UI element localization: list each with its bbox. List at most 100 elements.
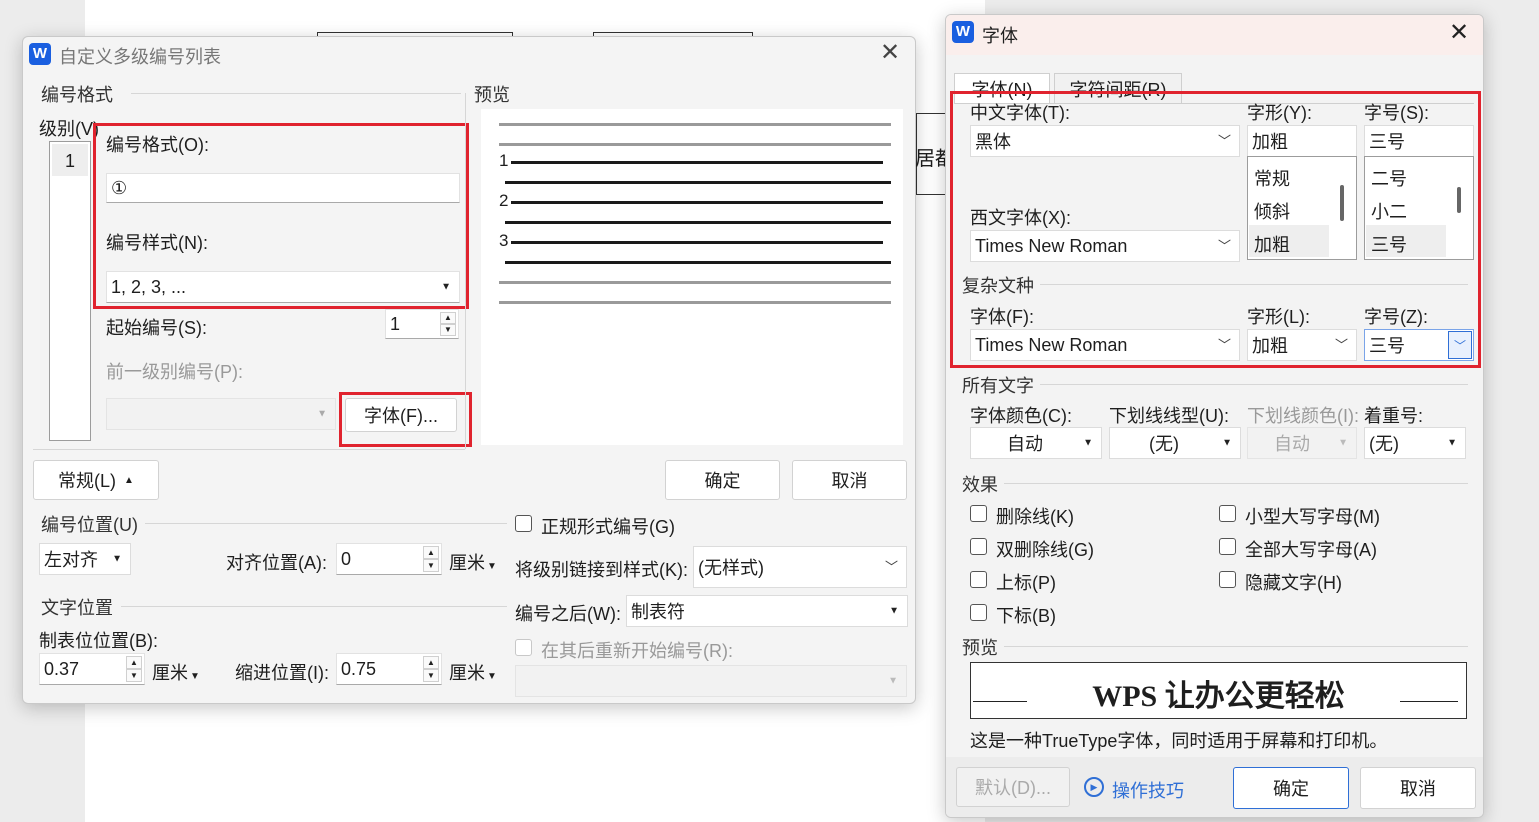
style-label: 字形(Y): — [1247, 103, 1312, 123]
small-caps-checkbox[interactable] — [1219, 505, 1236, 522]
align-position-spinner[interactable]: 0 ▲ ▼ — [336, 543, 442, 575]
spinner-arrows[interactable]: ▲ ▼ — [423, 546, 439, 572]
number-format-section: 编号格式 — [41, 85, 113, 105]
spinner-arrows[interactable]: ▲ ▼ — [423, 656, 439, 682]
style-input[interactable]: 加粗 — [1247, 125, 1357, 157]
unit-dropdown[interactable]: 厘米 ▼ — [449, 659, 497, 685]
complex-size-dropdown[interactable]: 三号 ﹀ — [1364, 329, 1474, 361]
align-pos-value: 0 — [341, 548, 352, 569]
complex-style-dropdown[interactable]: 加粗 ﹀ — [1247, 329, 1357, 361]
size-input[interactable]: 三号 — [1364, 125, 1474, 157]
underline-type-dropdown[interactable]: (无) ▼ — [1109, 427, 1241, 459]
subscript-checkbox[interactable] — [970, 604, 987, 621]
restart-checkbox — [515, 639, 532, 656]
list-item[interactable]: 倾斜 — [1254, 198, 1290, 224]
number-position-section: 编号位置(U) — [41, 515, 138, 535]
indent-position-spinner[interactable]: 0.75 ▲ ▼ — [336, 653, 442, 685]
emphasis-dropdown[interactable]: (无) ▼ — [1364, 427, 1466, 459]
start-label: 起始编号(S): — [106, 318, 207, 338]
caret-down-icon: ▼ — [1222, 437, 1232, 449]
after-number-dropdown[interactable]: 制表符 ▼ — [626, 595, 908, 627]
effect-label: 删除线(K) — [996, 507, 1074, 527]
legal-numbering-checkbox[interactable] — [515, 515, 532, 532]
divider — [131, 93, 461, 94]
dialog-title: 自定义多级编号列表 — [59, 47, 221, 67]
close-icon[interactable]: ✕ — [878, 41, 902, 66]
underline-type-label: 下划线线型(U): — [1109, 406, 1229, 426]
cn-font-dropdown[interactable]: 黑体 ﹀ — [970, 125, 1240, 157]
complex-font-dropdown[interactable]: Times New Roman ﹀ — [970, 329, 1240, 361]
font-color-dropdown[interactable]: 自动 ▼ — [970, 427, 1102, 459]
number-style-dropdown[interactable]: 1, 2, 3, ... ▼ — [106, 271, 460, 303]
chevron-down-icon[interactable]: ﹀ — [1448, 331, 1472, 359]
list-item[interactable]: 常规 — [1254, 165, 1290, 191]
cancel-button[interactable]: 取消 — [1360, 767, 1476, 809]
underline-color-dropdown: 自动 ▼ — [1247, 427, 1357, 459]
caret-down-icon: ▼ — [888, 675, 898, 687]
format-label: 编号格式(O): — [106, 135, 209, 155]
level-list[interactable]: 1 — [49, 141, 91, 441]
scrollbar-thumb[interactable] — [1457, 187, 1461, 213]
play-icon[interactable]: ▶ — [1084, 777, 1104, 797]
tips-link[interactable]: 操作技巧 — [1112, 777, 1184, 803]
unit-dropdown[interactable]: 厘米 ▼ — [152, 659, 200, 685]
effect-label: 双删除线(G) — [996, 540, 1094, 560]
style-value: 1, 2, 3, ... — [111, 276, 187, 297]
effect-label: 上标(P) — [996, 573, 1056, 593]
link-style-dropdown[interactable]: (无样式) ﹀ — [693, 546, 907, 588]
cancel-button[interactable]: 取消 — [792, 460, 907, 500]
alignment-dropdown[interactable]: 左对齐 ▼ — [39, 543, 131, 575]
divider — [145, 523, 507, 524]
ok-button[interactable]: 确定 — [665, 460, 780, 500]
after-number-value: 制表符 — [631, 602, 685, 622]
tab-position-spinner[interactable]: 0.37 ▲ ▼ — [39, 653, 145, 685]
preview-line — [499, 123, 891, 126]
list-item[interactable]: 二号 — [1371, 165, 1407, 191]
normal-button-label: 常规(L) — [58, 471, 117, 491]
preview-line — [511, 241, 883, 244]
size-list[interactable]: 二号 小二 三号 — [1364, 156, 1474, 260]
west-font-dropdown[interactable]: Times New Roman ﹀ — [970, 230, 1240, 262]
close-icon[interactable]: ✕ — [1447, 21, 1471, 46]
complex-section: 复杂文种 — [962, 276, 1034, 296]
west-font-value: Times New Roman — [975, 235, 1128, 256]
level-label: 级别(V) — [39, 119, 99, 139]
spinner-arrows[interactable]: ▲ ▼ — [126, 656, 142, 682]
font-dialog: W 字体 ✕ 字体(N) 字符间距(R) 中文字体(T): 黑体 ﹀ 字形(Y)… — [945, 14, 1484, 818]
tab-pos-value: 0.37 — [44, 658, 80, 679]
complex-font-value: Times New Roman — [975, 334, 1128, 355]
preview-number: 2 — [499, 191, 509, 210]
west-font-label: 西文字体(X): — [970, 208, 1071, 228]
list-item[interactable]: 三号 — [1371, 231, 1407, 257]
restart-label: 在其后重新开始编号(R): — [541, 641, 733, 661]
divider — [1040, 284, 1468, 285]
hidden-text-checkbox[interactable] — [1219, 571, 1236, 588]
ok-button[interactable]: 确定 — [1233, 767, 1349, 809]
unit-dropdown[interactable]: 厘米 ▼ — [449, 549, 497, 575]
superscript-checkbox[interactable] — [970, 571, 987, 588]
preview-line — [499, 301, 891, 304]
strikethrough-checkbox[interactable] — [970, 505, 987, 522]
number-format-input[interactable]: ① — [106, 173, 460, 203]
scrollbar-thumb[interactable] — [1340, 185, 1344, 221]
list-item[interactable]: 加粗 — [1254, 231, 1290, 257]
cn-font-label: 中文字体(T): — [970, 103, 1070, 123]
tab-character-spacing[interactable]: 字符间距(R) — [1054, 73, 1182, 103]
start-number-spinner[interactable]: 1 ▲ ▼ — [385, 309, 459, 339]
caret-down-icon: ▼ — [112, 553, 122, 565]
divider — [33, 449, 465, 450]
spinner-arrows[interactable]: ▲ ▼ — [440, 312, 456, 336]
preview-line — [505, 261, 891, 264]
font-button[interactable]: 字体(F)... — [345, 398, 457, 432]
tab-pos-label: 制表位位置(B): — [39, 631, 158, 651]
all-caps-checkbox[interactable] — [1219, 538, 1236, 555]
list-item[interactable]: 小二 — [1371, 198, 1407, 224]
format-value: ① — [111, 177, 128, 198]
normal-toggle-button[interactable]: 常规(L) ▲ — [33, 460, 159, 500]
wps-logo-icon: W — [952, 21, 974, 43]
style-list[interactable]: 常规 倾斜 加粗 — [1247, 156, 1357, 260]
effect-label: 下标(B) — [996, 606, 1056, 626]
double-strikethrough-checkbox[interactable] — [970, 538, 987, 555]
caret-down-icon: ▼ — [1083, 437, 1093, 449]
preview-text: WPS 让办公更轻松 — [1092, 680, 1345, 713]
